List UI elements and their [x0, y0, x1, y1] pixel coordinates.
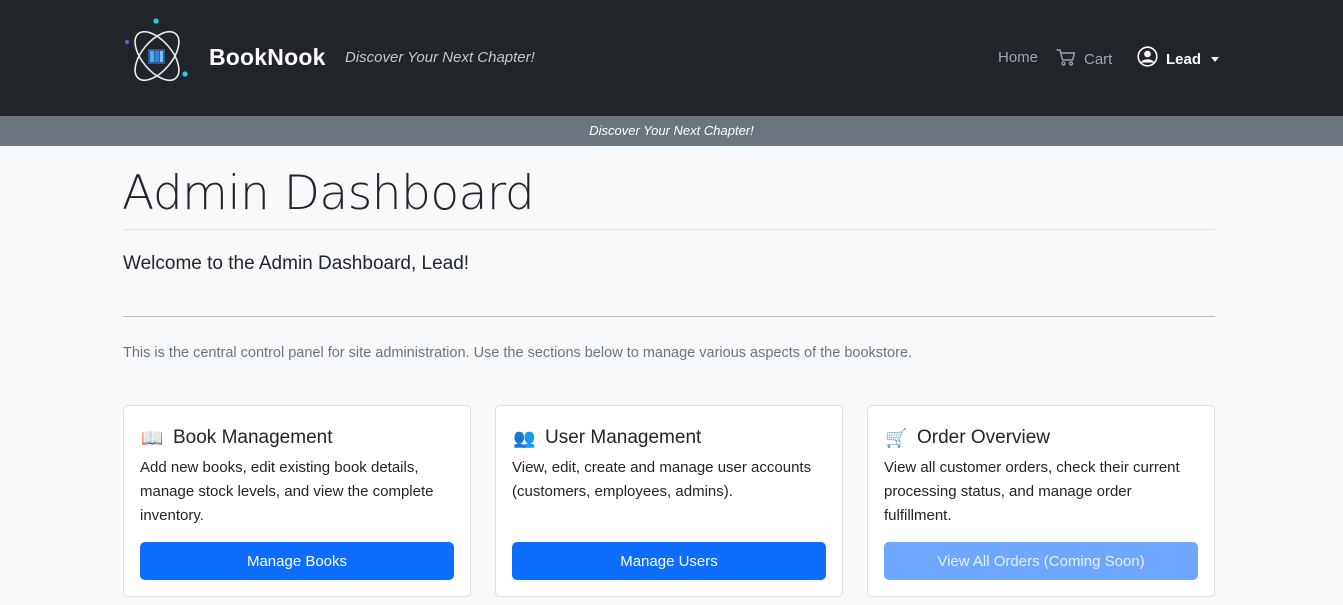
divider	[123, 229, 1215, 230]
nav-link-home[interactable]: Home	[998, 49, 1038, 66]
shopping-cart-icon: 🛒	[885, 428, 908, 448]
card-title: User Management	[545, 427, 702, 448]
user-circle-icon	[1137, 46, 1158, 72]
card-title: Order Overview	[917, 427, 1051, 448]
card-order-overview: 🛒 Order Overview View all customer order…	[867, 405, 1215, 597]
chevron-down-icon	[1211, 56, 1220, 62]
view-all-orders-button[interactable]: View All Orders (Coming Soon)	[884, 542, 1198, 580]
welcome-message: Welcome to the Admin Dashboard, Lead!	[123, 253, 470, 274]
top-navbar: BookNook Discover Your Next Chapter! Hom…	[0, 0, 1343, 116]
cart-icon	[1056, 48, 1076, 71]
atom-book-logo-icon[interactable]	[124, 16, 190, 88]
card-text: View all customer orders, check their cu…	[884, 459, 1180, 524]
card-user-management: 👥 User Management View, edit, create and…	[495, 405, 843, 597]
card-book-management: 📖 Book Management Add new books, edit ex…	[123, 405, 471, 597]
banner-text: Discover Your Next Chapter!	[589, 123, 754, 138]
nav-link-cart-label: Cart	[1084, 50, 1113, 68]
manage-users-button[interactable]: Manage Users	[512, 542, 826, 580]
card-text: Add new books, edit existing book detail…	[140, 459, 434, 524]
brand-name[interactable]: BookNook	[209, 44, 326, 71]
brand-tagline: Discover Your Next Chapter!	[345, 49, 535, 66]
divider	[123, 316, 1215, 317]
card-text: View, edit, create and manage user accou…	[512, 459, 812, 500]
manage-books-button[interactable]: Manage Books	[140, 542, 454, 580]
book-icon: 📖	[141, 428, 164, 448]
user-name: Lead	[1166, 50, 1202, 68]
users-icon: 👥	[513, 428, 536, 448]
nav-link-cart[interactable]: Cart	[1056, 48, 1112, 70]
page-title: Admin Dashboard	[122, 166, 535, 221]
card-title: Book Management	[173, 427, 333, 448]
user-dropdown-toggle[interactable]: Lead	[1137, 46, 1220, 72]
tagline-banner: Discover Your Next Chapter!	[0, 116, 1343, 146]
intro-text: This is the central control panel for si…	[123, 345, 913, 361]
